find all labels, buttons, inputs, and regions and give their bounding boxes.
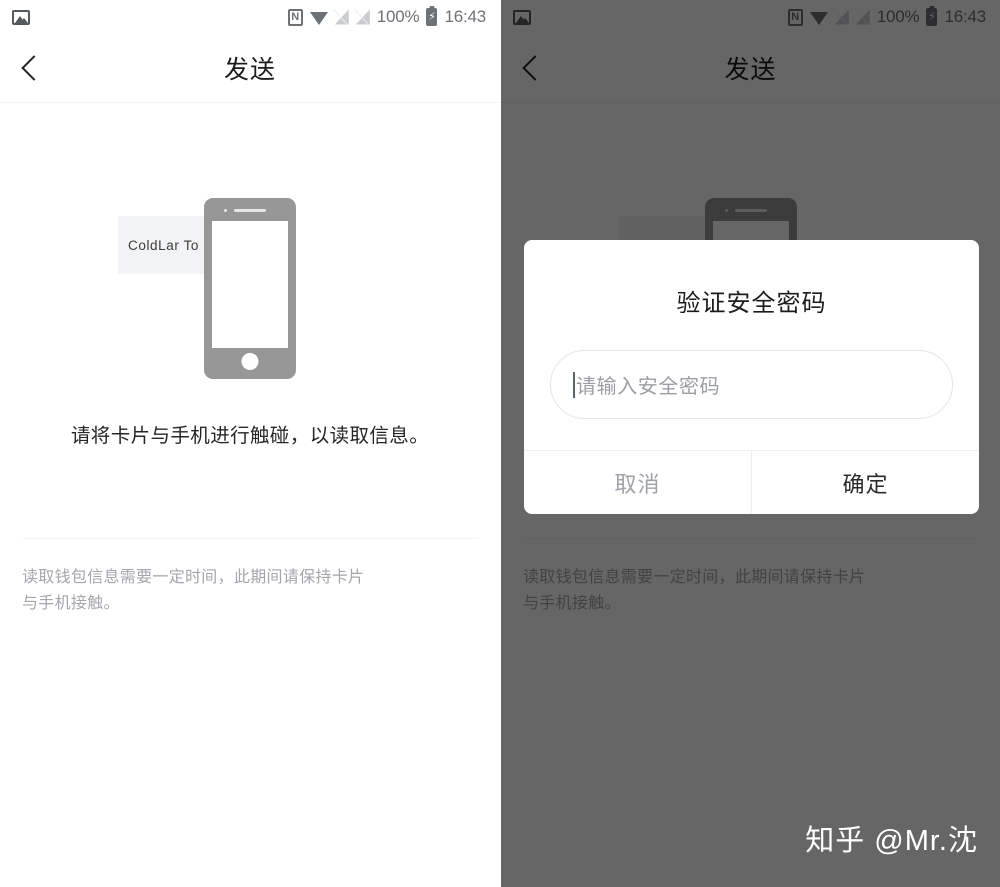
security-password-input[interactable]: 请输入安全密码 [550,350,953,419]
watermark: 知乎 @Mr.沈 [805,825,978,857]
phone-home-button-shape [241,353,259,370]
dual-screenshot-container: N 100% ⚡ 16:43 发送 ColdLar To 请将卡片与手机进行触碰… [0,0,1000,887]
security-password-placeholder: 请输入安全密码 [576,376,721,398]
nfc-icon: N [287,8,303,26]
status-bar-indicators: N 100% ⚡ 16:43 [287,7,486,27]
phone-speaker-bar [234,209,266,212]
dialog-action-bar: 取消 确定 [524,450,979,514]
status-bar-left: N 100% ⚡ 16:43 [0,0,500,34]
nfc-illustration: ColdLar To [0,189,500,469]
coldlar-card-graphic: ColdLar To [118,216,211,274]
password-dialog: 验证安全密码 请输入安全密码 取消 确定 [524,240,979,514]
status-bar-clock: 16:43 [444,7,486,26]
page-title: 发送 [223,56,276,84]
phone-illustration [204,198,296,379]
phone-screen-area [212,221,288,348]
battery-percent-label: 100% [376,7,420,26]
status-bar-notifications [12,9,30,25]
app-header-left: 发送 [0,34,500,103]
footer-note: 读取钱包信息需要一定时间，此期间请保持卡片与手机接触。 [22,569,365,612]
battery-charging-icon: ⚡ [426,8,438,26]
dialog-title: 验证安全密码 [676,290,827,317]
screen-nfc-read: N 100% ⚡ 16:43 发送 ColdLar To 请将卡片与手机进行触碰… [0,0,500,887]
back-chevron-icon [20,55,47,81]
cancel-button[interactable]: 取消 [524,451,751,514]
text-caret [573,371,575,398]
confirm-button[interactable]: 确定 [752,451,979,514]
screen-content-left: ColdLar To 请将卡片与手机进行触碰，以读取信息。 读取钱包信息需要一定… [0,189,500,617]
signal-no-sim-icon-2 [356,10,370,25]
coldlar-card-label: ColdLar To [128,237,200,253]
wifi-icon [309,11,328,25]
photo-icon [12,9,30,25]
back-button[interactable] [0,34,62,102]
footer-divider [22,538,478,539]
phone-camera-dot [224,209,227,212]
signal-no-sim-icon-1 [335,10,349,25]
screen-password-dialog: N 100% ⚡ 16:43 发送 ColdLar To [500,0,1000,887]
